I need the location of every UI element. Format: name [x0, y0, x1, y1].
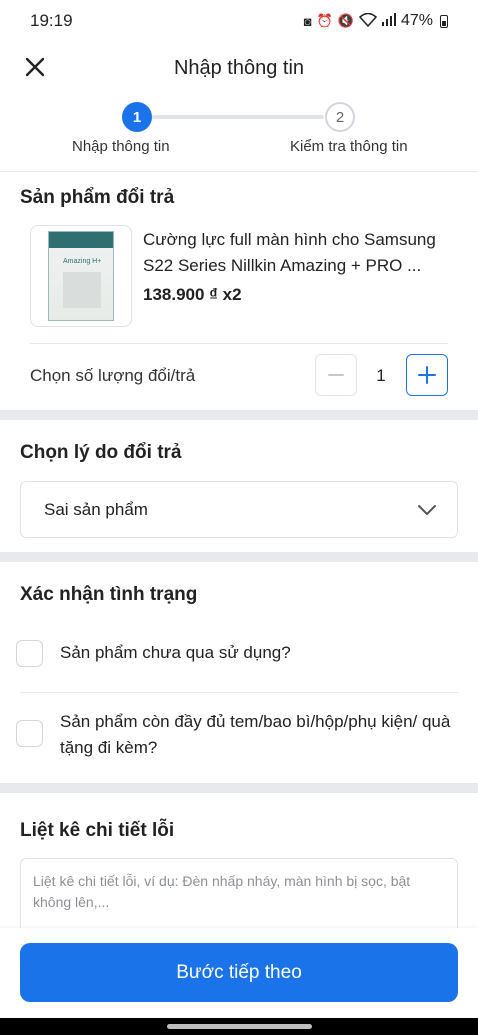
signal-icon [381, 13, 396, 29]
step-1-label: Nhập thông tin [72, 138, 170, 155]
checkbox-label: Sản phẩm chưa qua sử dụng? [60, 643, 291, 662]
product-thumbnail: Amazing H+ [30, 225, 132, 327]
checkbox[interactable] [16, 640, 43, 667]
step-1-circle: 1 [122, 102, 152, 132]
chevron-down-icon [418, 504, 436, 515]
stepper: 1 2 Nhập thông tin Kiểm tra thông tin [0, 100, 478, 170]
next-step-button[interactable]: Bước tiếp theo [20, 943, 458, 1002]
quantity-label: Chọn số lượng đổi/trả [30, 366, 196, 385]
battery-icon [440, 14, 448, 28]
battery-percent: 47% [400, 12, 433, 29]
reason-selected-value: Sai sản phẩm [44, 499, 148, 519]
product-image-label: Amazing H+ [63, 258, 102, 265]
reason-select[interactable]: Sai sản phẩm [20, 481, 458, 538]
divider [20, 692, 458, 693]
alarm-icon: ⏰ [316, 13, 333, 28]
product-price: 138.900 ₫ x2 [143, 285, 242, 304]
section-separator [0, 410, 478, 420]
page-title: Nhập thông tin [173, 56, 305, 79]
checkbox-label: Sản phẩm còn đầy đủ tem/bao bì/hộp/phụ k… [60, 712, 451, 757]
status-icons: ◙ ⏰ 🔇 47% [304, 12, 448, 30]
quantity-increase-button[interactable] [406, 354, 448, 396]
section-separator [0, 783, 478, 793]
details-section-title: Liệt kê chi tiết lỗi [20, 820, 175, 841]
system-nav-bar [0, 1018, 478, 1035]
close-button[interactable] [20, 52, 50, 82]
mute-icon: 🔇 [337, 13, 354, 28]
plus-icon [418, 366, 436, 384]
home-handle[interactable] [167, 1024, 312, 1029]
condition-checkbox-complete[interactable]: Sản phẩm còn đầy đủ tem/bao bì/hộp/phụ k… [16, 709, 462, 761]
status-time: 19:19 [30, 11, 73, 30]
product-name: Cường lực full màn hình cho Samsung S22 … [143, 230, 436, 275]
reason-section-title: Chọn lý do đổi trả [20, 442, 182, 463]
step-2-label: Kiểm tra thông tin [290, 138, 408, 155]
sim-icon: ◙ [303, 13, 312, 29]
product-section-title: Sản phẩm đổi trả [20, 187, 175, 208]
divider [0, 171, 478, 172]
divider [30, 343, 448, 344]
wifi-icon [358, 12, 378, 30]
stepper-line [152, 115, 324, 119]
minus-icon [328, 374, 344, 376]
close-icon [25, 57, 45, 77]
condition-checkbox-unused[interactable]: Sản phẩm chưa qua sử dụng? [16, 640, 462, 667]
condition-section-title: Xác nhận tình trạng [20, 584, 198, 605]
section-separator [0, 552, 478, 562]
checkbox[interactable] [16, 720, 43, 747]
step-2-circle: 2 [325, 102, 355, 132]
quantity-value: 1 [376, 366, 386, 385]
quantity-decrease-button[interactable] [315, 354, 357, 396]
status-bar: 19:19 ◙ ⏰ 🔇 47% [0, 0, 478, 42]
app-header: Nhập thông tin [0, 44, 478, 92]
product-image: Amazing H+ [48, 231, 114, 321]
